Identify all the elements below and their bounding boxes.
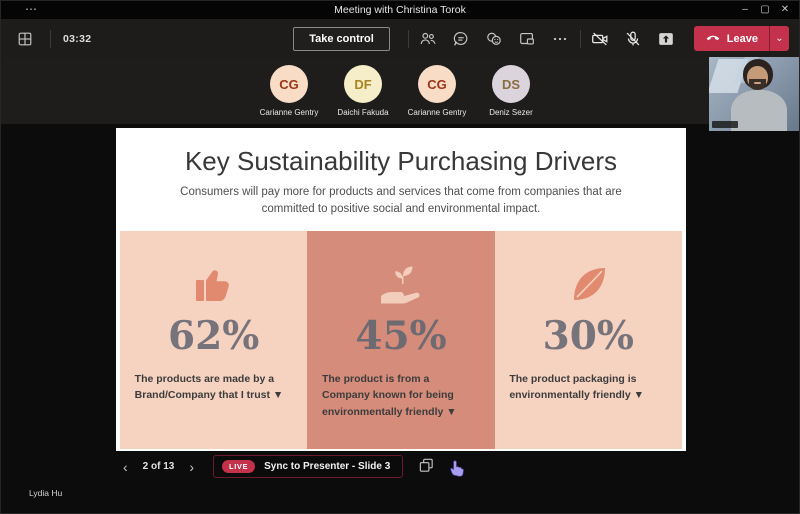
- avatar: DF: [344, 65, 382, 103]
- meeting-timer: 03:32: [63, 33, 91, 45]
- stat-card-packaging: 30% The product packaging is environment…: [495, 231, 682, 449]
- divider: [580, 30, 581, 48]
- stat-card-trust: 62% The products are made by a Brand/Com…: [120, 231, 307, 449]
- chat-button[interactable]: [448, 26, 475, 52]
- take-control-button[interactable]: Take control: [293, 27, 390, 51]
- previous-slide-button[interactable]: ‹: [119, 460, 132, 474]
- participant-tile[interactable]: DF Daichi Fakuda: [330, 65, 396, 117]
- avatar-initials: DF: [354, 77, 371, 92]
- participants-button[interactable]: [415, 26, 442, 52]
- meeting-toolbar: 03:32 Take control: [1, 19, 799, 58]
- person-beard: [749, 79, 766, 90]
- reactions-button[interactable]: [481, 26, 508, 52]
- stat-value: 62%: [168, 317, 259, 356]
- people-icon: [419, 30, 437, 48]
- presenter-name-label: Lydia Hu: [29, 488, 62, 498]
- leave-button[interactable]: Leave: [694, 26, 769, 51]
- overlapping-slides-icon: [418, 457, 435, 477]
- next-slide-button[interactable]: ›: [185, 460, 198, 474]
- slide-page-indicator: 2 of 13: [143, 461, 175, 472]
- camera-toggle-button[interactable]: [587, 26, 614, 52]
- avatar-initials: DS: [502, 77, 520, 92]
- leaf-icon: [565, 258, 611, 308]
- avatar-initials: CG: [279, 77, 299, 92]
- stat-description[interactable]: The product is from a Company known for …: [322, 371, 480, 420]
- grid-icon: [17, 31, 33, 47]
- person-mouth: [754, 82, 761, 84]
- live-badge: LIVE: [222, 460, 255, 473]
- leave-label: Leave: [727, 33, 758, 45]
- more-actions-button[interactable]: [547, 26, 574, 52]
- avatar-initials: CG: [427, 77, 447, 92]
- presenter-nav-bar: ‹ 2 of 13 › LIVE Sync to Presenter - Sli…: [119, 453, 466, 480]
- window-title: Meeting with Christina Torok: [1, 4, 799, 16]
- participant-tile[interactable]: CG Carianne Gentry: [256, 65, 322, 117]
- slide-title: Key Sustainability Purchasing Drivers: [146, 146, 656, 177]
- participant-name: Deniz Sezer: [489, 108, 533, 117]
- share-screen-icon: [656, 29, 676, 49]
- private-view-button[interactable]: [418, 457, 435, 477]
- avatar: CG: [418, 65, 456, 103]
- pointer-hand-cursor: [448, 457, 466, 477]
- close-button[interactable]: ✕: [775, 1, 795, 19]
- divider: [50, 30, 51, 48]
- divider: [408, 30, 409, 48]
- ellipsis-icon: [551, 30, 569, 48]
- shared-presentation-slide: Key Sustainability Purchasing Drivers Co…: [116, 128, 686, 451]
- chat-icon: [452, 30, 470, 48]
- title-bar: ⋯ Meeting with Christina Torok – ▢ ✕: [1, 1, 799, 19]
- participant-strip: CG Carianne Gentry DF Daichi Fakuda CG C…: [1, 58, 799, 124]
- video-name-chip: [712, 121, 738, 128]
- participant-name: Carianne Gentry: [260, 108, 319, 117]
- thumbs-up-icon: [190, 258, 238, 308]
- sync-label: Sync to Presenter - Slide 3: [264, 461, 390, 472]
- leave-options-caret[interactable]: ⌄: [769, 26, 789, 51]
- camera-off-icon: [590, 29, 610, 49]
- reactions-icon: [485, 30, 503, 48]
- participant-name: Daichi Fakuda: [337, 108, 388, 117]
- participant-name: Carianne Gentry: [408, 108, 467, 117]
- person-torso: [731, 90, 787, 131]
- maximize-button[interactable]: ▢: [755, 1, 775, 19]
- pop-out-window-icon: [518, 30, 536, 48]
- stat-value: 45%: [355, 317, 446, 356]
- mic-off-icon: [623, 29, 643, 49]
- breakout-rooms-button[interactable]: [514, 26, 541, 52]
- phone-hangup-icon: [705, 29, 721, 48]
- stat-description[interactable]: The product packaging is environmentally…: [509, 371, 667, 404]
- avatar: DS: [492, 65, 530, 103]
- share-content-button[interactable]: [653, 26, 680, 52]
- avatar: CG: [270, 65, 308, 103]
- slide-subtitle: Consumers will pay more for products and…: [161, 184, 641, 217]
- stat-card-company: 45% The product is from a Company known …: [307, 231, 494, 449]
- minimize-button[interactable]: –: [735, 1, 755, 19]
- sync-to-presenter-button[interactable]: LIVE Sync to Presenter - Slide 3: [213, 455, 403, 478]
- mic-toggle-button[interactable]: [620, 26, 647, 52]
- stat-value: 30%: [543, 317, 634, 356]
- participant-tile[interactable]: CG Carianne Gentry: [404, 65, 470, 117]
- stat-description[interactable]: The products are made by a Brand/Company…: [135, 371, 293, 404]
- self-video-thumbnail[interactable]: [709, 57, 799, 131]
- stat-cards-row: 62% The products are made by a Brand/Com…: [120, 231, 682, 449]
- leave-button-group: Leave ⌄: [694, 26, 789, 51]
- gallery-view-button[interactable]: [11, 26, 38, 52]
- teams-meeting-window: ⋯ Meeting with Christina Torok – ▢ ✕ 03:…: [0, 0, 800, 514]
- participant-tile[interactable]: DS Deniz Sezer: [478, 65, 544, 117]
- seedling-hand-icon: [375, 258, 427, 308]
